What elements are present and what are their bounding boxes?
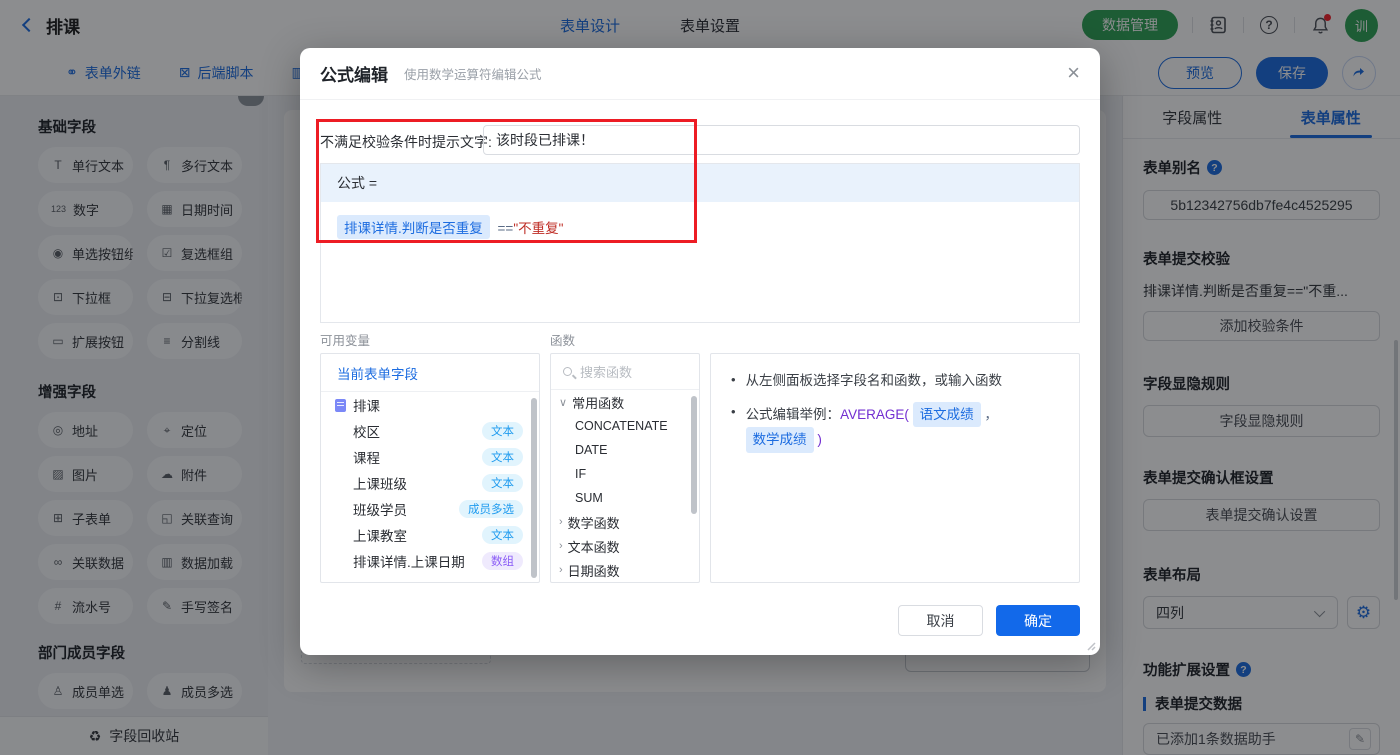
- type-badge: 文本: [482, 448, 523, 466]
- app-screen: 排课 表单设计 表单设置 数据管理 ? 训 ⚭ 表单外链 ⊠ 后端脚本 ▥ 预览…: [0, 0, 1400, 755]
- hint-line-1: • 从左侧面板选择字段名和函数，或输入函数: [731, 372, 1003, 388]
- variable-row[interactable]: 班级学员 成员多选: [321, 496, 539, 522]
- variable-row[interactable]: 课程 文本: [321, 444, 539, 470]
- resize-handle[interactable]: [1084, 639, 1096, 651]
- formula-editor-modal: 公式编辑 使用数学运算符编辑公式 × 不满足校验条件时提示文字: 该时段已排课！…: [300, 48, 1100, 655]
- chevron-right-icon: ›: [559, 564, 563, 576]
- type-badge: 成员多选: [459, 500, 523, 518]
- variable-row[interactable]: 上课教室 文本: [321, 522, 539, 548]
- function-item[interactable]: SUM: [551, 486, 699, 510]
- formula-editor[interactable]: 公式 = 排课详情.判断是否重复 =="不重复": [320, 163, 1080, 323]
- variables-scrollbar[interactable]: [531, 398, 537, 578]
- function-group-math[interactable]: › 数学函数: [551, 510, 699, 534]
- variable-row[interactable]: 排课详情.上课日期 数组: [321, 548, 539, 574]
- modal-title: 公式编辑: [320, 66, 388, 85]
- field-token: 数学成绩: [745, 427, 814, 453]
- function-item[interactable]: IF: [551, 462, 699, 486]
- search-icon: [563, 367, 572, 376]
- variable-row[interactable]: 上课班级 文本: [321, 470, 539, 496]
- function-group-date[interactable]: › 日期函数: [551, 558, 699, 582]
- modal-header: 公式编辑 使用数学运算符编辑公式 ×: [300, 48, 1100, 100]
- string-token: "不重复": [513, 221, 564, 236]
- variables-panel: 当前表单字段 排课 校区 文本 课程 文本 上课班级 文本 班级学员 成员多选 上课教室…: [320, 353, 540, 583]
- chevron-down-icon: ∨: [559, 396, 568, 409]
- functions-panel: 搜索函数 ∨ 常用函数 CONCATENATE DATE IF SUM › 数学函数…: [550, 353, 700, 583]
- hint-line-2: • 公式编辑举例：AVERAGE( 语文成绩 ， 数学成绩 ): [731, 401, 1059, 453]
- formula-expression[interactable]: 排课详情.判断是否重复 =="不重复": [321, 202, 1079, 252]
- function-search[interactable]: 搜索函数: [551, 354, 699, 390]
- close-icon[interactable]: ×: [1067, 62, 1080, 84]
- hints-panel: • 从左侧面板选择字段名和函数，或输入函数 • 公式编辑举例：AVERAGE( 语…: [710, 353, 1080, 583]
- function-item[interactable]: DATE: [551, 438, 699, 462]
- operator-token: ==: [497, 221, 514, 236]
- tip-text-label: 不满足校验条件时提示文字:: [320, 134, 492, 150]
- type-badge: 文本: [482, 422, 523, 440]
- type-badge: 数组: [482, 552, 523, 570]
- modal-subtitle: 使用数学运算符编辑公式: [404, 68, 542, 82]
- tip-text-input[interactable]: 该时段已排课！: [483, 125, 1080, 155]
- chevron-right-icon: ›: [559, 540, 563, 552]
- functions-scrollbar[interactable]: [691, 396, 697, 514]
- function-item[interactable]: CONCATENATE: [551, 414, 699, 438]
- function-name-token: AVERAGE(: [840, 406, 909, 422]
- cancel-button[interactable]: 取消: [898, 605, 983, 636]
- variables-section-label: 可用变量: [320, 334, 371, 348]
- functions-section-label: 函数: [550, 334, 576, 348]
- form-doc-icon: [335, 398, 346, 412]
- current-form-fields-tab[interactable]: 当前表单字段: [321, 354, 539, 392]
- field-token[interactable]: 排课详情.判断是否重复: [337, 215, 490, 239]
- confirm-button[interactable]: 确定: [996, 605, 1080, 636]
- search-placeholder: 搜索函数: [580, 365, 633, 380]
- type-badge: 文本: [482, 474, 523, 492]
- variable-root-row[interactable]: 排课: [321, 392, 539, 418]
- variable-row[interactable]: 校区 文本: [321, 418, 539, 444]
- function-group-common[interactable]: ∨ 常用函数: [551, 390, 699, 414]
- field-token: 语文成绩: [912, 401, 981, 428]
- function-group-text[interactable]: › 文本函数: [551, 534, 699, 558]
- chevron-right-icon: ›: [559, 516, 563, 528]
- type-badge: 文本: [482, 526, 523, 544]
- formula-prefix: 公式 =: [321, 164, 1079, 202]
